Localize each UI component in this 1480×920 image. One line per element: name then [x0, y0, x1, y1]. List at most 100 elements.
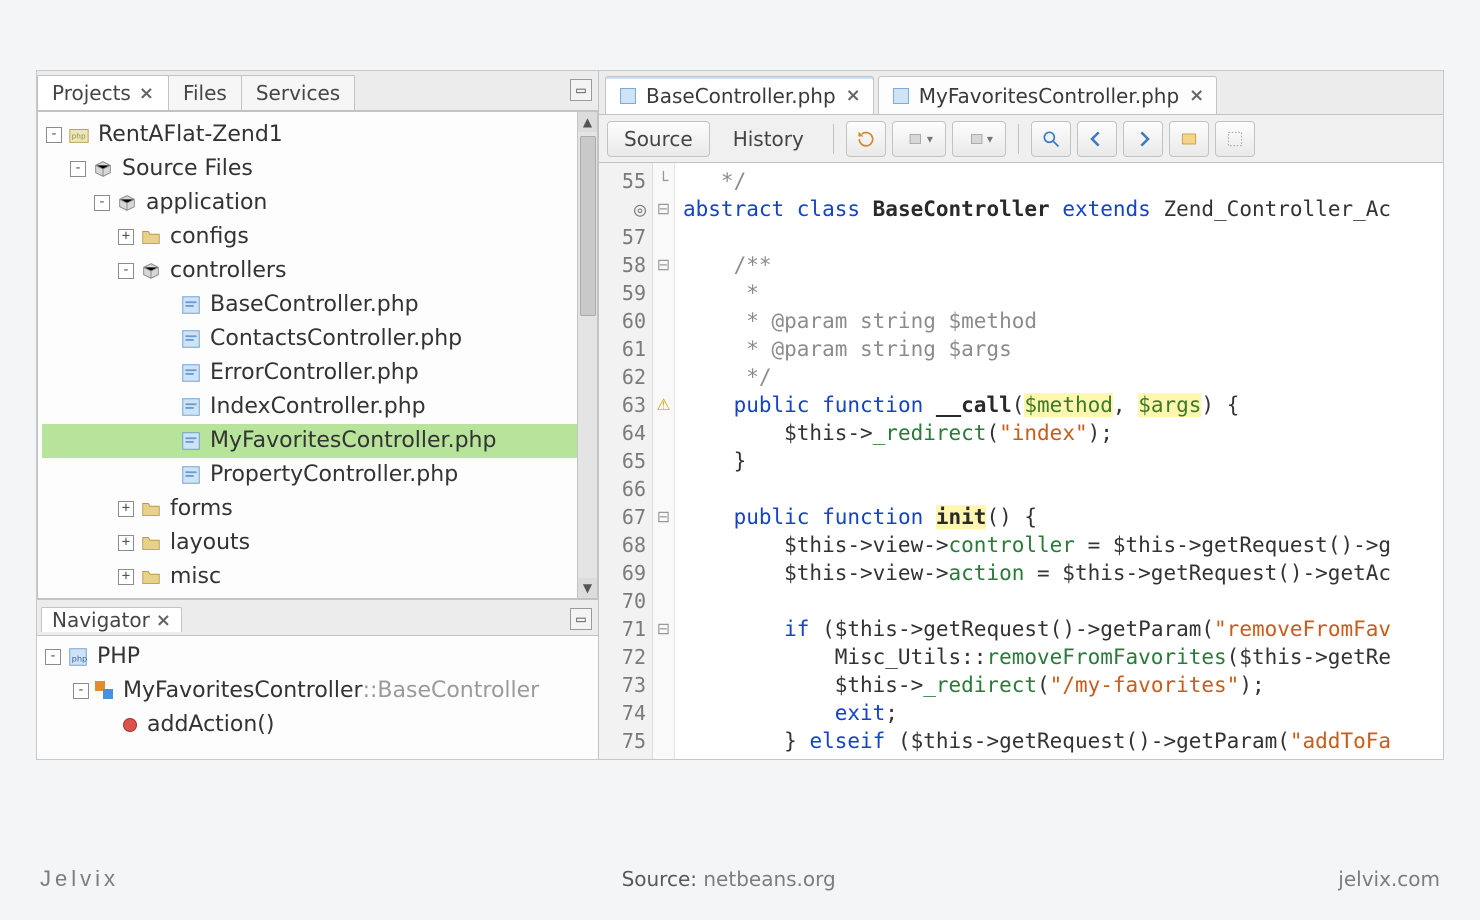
method-icon	[123, 718, 137, 732]
navigator-class-name: MyFavoritesController	[123, 674, 363, 708]
fold-column[interactable]: └⊟ ⊟ ⚠ ⊟ ⊟	[653, 163, 675, 759]
navigator-class[interactable]: - MyFavoritesController::BaseController	[45, 674, 590, 708]
site-label: jelvix.com	[1338, 867, 1440, 891]
expander-spacer	[158, 365, 174, 381]
tree-file[interactable]: MyFavoritesController.php	[42, 424, 593, 458]
expander-spacer	[158, 331, 174, 347]
close-icon[interactable]: ×	[846, 85, 861, 106]
highlight-icon[interactable]	[1169, 121, 1209, 157]
tree-application[interactable]: -application	[42, 186, 593, 220]
source-value: netbeans.org	[703, 867, 835, 891]
tree-folder-controllers[interactable]: -controllers	[42, 254, 593, 288]
prev-bookmark-icon[interactable]	[1077, 121, 1117, 157]
tab-files-label: Files	[183, 81, 227, 105]
history-button[interactable]: History	[716, 121, 821, 157]
php-file-icon	[180, 328, 202, 350]
source-attribution: Source: netbeans.org	[622, 867, 836, 891]
minimize-panel-button[interactable]: ▭	[570, 79, 592, 101]
scroll-down-icon[interactable]: ▼	[578, 578, 597, 598]
php-file-icon	[180, 362, 202, 384]
image-footer: Jelvix Source: netbeans.org jelvix.com	[0, 866, 1480, 892]
source-button[interactable]: Source	[607, 121, 710, 157]
navigator-panel: Navigator × ▭ - php PHP - MyFavoritesCon…	[37, 599, 598, 759]
expander-icon[interactable]: -	[45, 649, 61, 665]
tree-file[interactable]: IndexController.php	[42, 390, 593, 424]
expander-icon[interactable]: +	[118, 501, 134, 517]
tree-project-root[interactable]: -phpRentAFlat-Zend1	[42, 118, 593, 152]
expander-icon[interactable]: -	[94, 195, 110, 211]
code-editor[interactable]: 55 ◎ 57 58 59 60 61 62 63 64 65 66 67 68…	[599, 163, 1443, 759]
php-file-icon	[180, 294, 202, 316]
tree-file[interactable]: ErrorController.php	[42, 356, 593, 390]
tab-services-label: Services	[256, 81, 340, 105]
tree-folder-misc[interactable]: +misc	[42, 560, 593, 594]
tab-files[interactable]: Files	[168, 75, 242, 110]
expander-icon[interactable]: +	[118, 535, 134, 551]
tree-folder-configs[interactable]: +configs	[42, 220, 593, 254]
expander-icon[interactable]: -	[46, 127, 62, 143]
left-column: Projects × Files Services ▭ -phpRentAFla…	[37, 71, 599, 759]
expander-spacer	[158, 297, 174, 313]
package-icon	[116, 192, 138, 214]
expander-icon[interactable]: -	[70, 161, 86, 177]
brand-label: Jelvix	[40, 866, 119, 892]
navigator-base-class: ::BaseController	[363, 674, 540, 708]
tree-file[interactable]: ContactsController.php	[42, 322, 593, 356]
tab-projects-label: Projects	[52, 81, 131, 105]
close-icon[interactable]: ×	[139, 83, 154, 104]
refresh-icon[interactable]	[846, 121, 886, 157]
tree-folder-layouts[interactable]: +layouts	[42, 526, 593, 560]
expander-spacer	[158, 467, 174, 483]
navigator-method[interactable]: addAction()	[45, 708, 590, 742]
editor-toolbar: Source History ▾ ▾	[599, 115, 1443, 163]
projects-scrollbar[interactable]: ▲ ▼	[577, 112, 597, 598]
tree-file[interactable]: PropertyController.php	[42, 458, 593, 492]
editor-tab[interactable]: BaseController.php×	[605, 76, 874, 114]
expander-spacer	[158, 399, 174, 415]
tree-folder-forms[interactable]: +forms	[42, 492, 593, 526]
project-icon: php	[68, 124, 90, 146]
expander-icon[interactable]: -	[73, 683, 89, 699]
editor-tabs: BaseController.php×MyFavoritesController…	[599, 71, 1443, 115]
navigator-title: Navigator	[52, 608, 150, 632]
close-icon[interactable]: ×	[156, 610, 171, 631]
tree-source-files[interactable]: -Source Files	[42, 152, 593, 186]
scroll-thumb[interactable]	[580, 136, 596, 316]
svg-text:php: php	[72, 654, 88, 664]
editor-column: BaseController.php×MyFavoritesController…	[599, 71, 1443, 759]
expander-icon[interactable]: -	[118, 263, 134, 279]
package-icon	[140, 260, 162, 282]
project-tree: -phpRentAFlat-Zend1-Source Files-applica…	[37, 111, 598, 599]
package-icon	[92, 158, 114, 180]
search-icon[interactable]	[1031, 121, 1071, 157]
expander-icon[interactable]: +	[118, 229, 134, 245]
folder-icon	[140, 566, 162, 588]
expander-icon[interactable]: +	[118, 569, 134, 585]
php-file-icon	[180, 464, 202, 486]
scroll-up-icon[interactable]: ▲	[578, 112, 597, 132]
ide-window: Projects × Files Services ▭ -phpRentAFla…	[36, 70, 1444, 760]
tree-file[interactable]: BaseController.php	[42, 288, 593, 322]
next-bookmark-icon[interactable]	[1123, 121, 1163, 157]
tree-folder-models[interactable]: +models	[42, 594, 593, 599]
close-icon[interactable]: ×	[1189, 85, 1204, 106]
svg-text:php: php	[72, 132, 86, 141]
toolbar-separator	[833, 124, 834, 154]
folder-icon	[140, 226, 162, 248]
minimize-navigator-button[interactable]: ▭	[570, 608, 592, 630]
source-label: Source:	[622, 867, 697, 891]
php-file-icon: php	[67, 646, 89, 668]
nav-fwd-icon[interactable]: ▾	[952, 121, 1006, 157]
navigator-tab[interactable]: Navigator ×	[41, 607, 182, 632]
nav-back-icon[interactable]: ▾	[892, 121, 946, 157]
tab-projects[interactable]: Projects ×	[37, 75, 169, 110]
projects-panel-tabs: Projects × Files Services ▭	[37, 71, 598, 111]
tab-services[interactable]: Services	[241, 75, 355, 110]
expander-spacer	[158, 433, 174, 449]
navigator-root[interactable]: - php PHP	[45, 640, 590, 674]
navigator-root-label: PHP	[97, 640, 140, 674]
selection-icon[interactable]	[1215, 121, 1255, 157]
navigator-body: - php PHP - MyFavoritesController::BaseC…	[37, 636, 598, 759]
code-area[interactable]: */ abstract class BaseController extends…	[675, 163, 1443, 759]
editor-tab[interactable]: MyFavoritesController.php×	[878, 76, 1218, 114]
